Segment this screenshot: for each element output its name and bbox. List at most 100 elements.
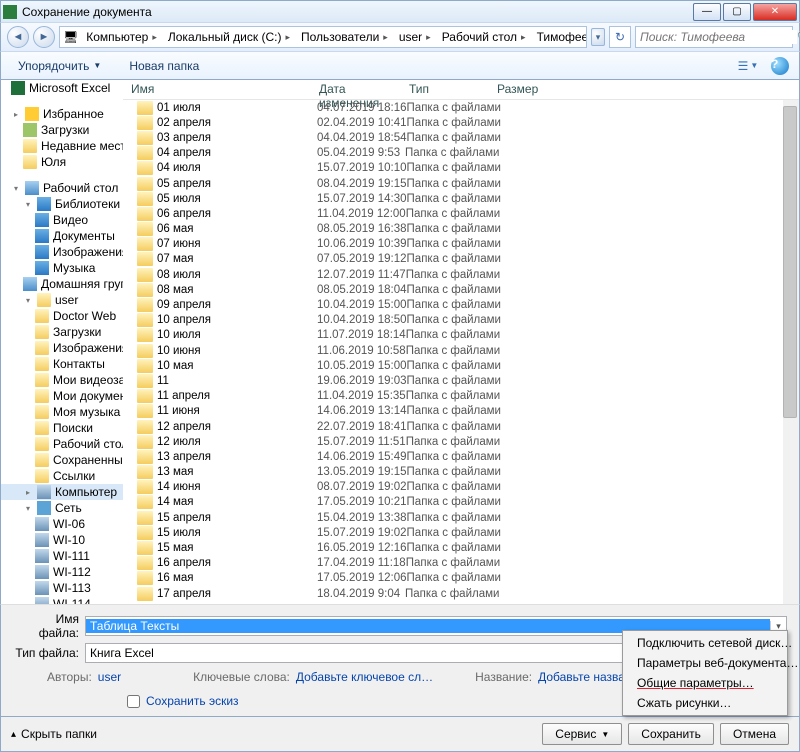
tree-documents[interactable]: Документы [1,228,123,244]
close-button[interactable]: ✕ [753,3,797,21]
table-row[interactable]: 08 июля12.07.2019 11:47Папка с файлами [123,267,799,282]
table-row[interactable]: 10 апреля10.04.2019 18:50Папка с файлами [123,313,799,328]
table-row[interactable]: 05 июля15.07.2019 14:30Папка с файлами [123,191,799,206]
table-row[interactable]: 06 апреля11.04.2019 12:00Папка с файлами [123,206,799,221]
organize-button[interactable]: Упорядочить▼ [9,56,110,76]
table-row[interactable]: 08 мая08.05.2019 18:04Папка с файлами [123,282,799,297]
tree-user[interactable]: ▾user [1,292,123,308]
table-row[interactable]: 01 июля04.07.2019 18:16Папка с файлами [123,100,799,115]
table-row[interactable]: 11 апреля11.04.2019 15:35Папка с файлами [123,389,799,404]
tree-item[interactable]: WI-112 [1,564,123,580]
table-row[interactable]: 14 мая17.05.2019 10:21Папка с файлами [123,495,799,510]
tree-item[interactable]: Сохраненные и [1,452,123,468]
tree-downloads[interactable]: Загрузки [1,122,123,138]
table-row[interactable]: 15 июля15.07.2019 19:02Папка с файлами [123,525,799,540]
list-scrollbar[interactable] [783,100,799,604]
tree-item[interactable]: WI-06 [1,516,123,532]
minimize-button[interactable]: — [693,3,721,21]
tree-item[interactable]: Ссылки [1,468,123,484]
tree-item[interactable]: Загрузки [1,324,123,340]
table-row[interactable]: 1119.06.2019 19:03Папка с файлами [123,373,799,388]
back-button[interactable]: ◄ [7,26,29,48]
tree-favorites[interactable]: ▸Избранное [1,106,123,122]
hide-folders[interactable]: ▴Скрыть папки [11,727,97,741]
keywords-value[interactable]: Добавьте ключевое сл… [296,670,433,684]
breadcrumb[interactable]: 🖥 Компьютер▸ Локальный диск (C:)▸ Пользо… [59,26,587,48]
cell-type: Папка с файлами [407,466,527,478]
history-dropdown[interactable]: ▾ [591,28,605,46]
table-row[interactable]: 14 июня08.07.2019 19:02Папка с файлами [123,480,799,495]
refresh-button[interactable]: ↻ [609,26,631,48]
tree-item[interactable]: Моя музыка [1,404,123,420]
tree-item[interactable]: Мои видеозапи [1,372,123,388]
tree-item[interactable]: Мои документы [1,388,123,404]
table-row[interactable]: 13 мая13.05.2019 19:15Папка с файлами [123,465,799,480]
col-type[interactable]: Тип [401,80,489,99]
forward-button[interactable]: ► [33,26,55,48]
col-date[interactable]: Дата изменения [311,80,401,99]
tree-item[interactable]: WI-111 [1,548,123,564]
scroll-thumb[interactable] [783,106,797,418]
new-folder-button[interactable]: Новая папка [120,56,208,76]
tree-recent[interactable]: Недавние места [1,138,123,154]
tree-computer[interactable]: ▸Компьютер [1,484,123,500]
tools-button[interactable]: Сервис▼ [542,723,622,745]
table-row[interactable]: 11 июня14.06.2019 13:14Папка с файлами [123,404,799,419]
table-row[interactable]: 09 апреля10.04.2019 15:00Папка с файлами [123,297,799,312]
menu-compress[interactable]: Сжать рисунки… [625,693,785,713]
col-size[interactable]: Размер [489,80,799,99]
table-row[interactable]: 05 апреля08.04.2019 19:15Папка с файлами [123,176,799,191]
table-row[interactable]: 10 мая10.05.2019 15:00Папка с файлами [123,358,799,373]
table-row[interactable]: 07 июня10.06.2019 10:39Папка с файлами [123,237,799,252]
table-row[interactable]: 12 июля15.07.2019 11:51Папка с файлами [123,434,799,449]
tree-item[interactable]: Рабочий стол [1,436,123,452]
menu-map-drive[interactable]: Подключить сетевой диск… [625,633,785,653]
help-button[interactable]: ? [769,55,791,77]
tree-item[interactable]: WI-113 [1,580,123,596]
tree-pictures[interactable]: Изображения [1,244,123,260]
tree-item[interactable]: Поиски [1,420,123,436]
table-row[interactable]: 06 мая08.05.2019 16:38Папка с файлами [123,222,799,237]
col-name[interactable]: Имя [123,80,311,99]
table-row[interactable]: 15 мая16.05.2019 12:16Папка с файлами [123,540,799,555]
tree-excel[interactable]: Microsoft Excel [1,80,123,96]
tree-item[interactable]: WI-10 [1,532,123,548]
table-row[interactable]: 02 апреля02.04.2019 10:41Папка с файлами [123,115,799,130]
tree-item[interactable]: Doctor Web [1,308,123,324]
folder-icon [137,571,153,585]
tree-item[interactable]: Контакты [1,356,123,372]
table-row[interactable]: 10 июля11.07.2019 18:14Папка с файлами [123,328,799,343]
tree-libraries[interactable]: ▾Библиотеки [1,196,123,212]
folder-icon [137,146,153,160]
menu-general-options[interactable]: Общие параметры… [625,673,785,693]
tree-music[interactable]: Музыка [1,260,123,276]
save-button[interactable]: Сохранить [628,723,714,745]
tree-desktop[interactable]: ▾Рабочий стол [1,180,123,196]
tree-item[interactable]: WI-114 [1,596,123,604]
thumb-label[interactable]: Сохранить эскиз [146,694,239,708]
search-input[interactable] [640,30,797,44]
search-box[interactable]: 🔍 [635,26,793,48]
table-row[interactable]: 07 мая07.05.2019 19:12Папка с файлами [123,252,799,267]
table-row[interactable]: 12 апреля22.07.2019 18:41Папка с файлами [123,419,799,434]
authors-value[interactable]: user [98,670,121,684]
table-row[interactable]: 17 апреля18.04.2019 9:04Папка с файлами [123,586,799,601]
table-row[interactable]: 13 апреля14.06.2019 15:49Папка с файлами [123,449,799,464]
table-row[interactable]: 03 апреля04.04.2019 18:54Папка с файлами [123,130,799,145]
tree-item[interactable]: Изображения [1,340,123,356]
tree-videos[interactable]: Видео [1,212,123,228]
table-row[interactable]: 16 апреля17.04.2019 11:18Папка с файлами [123,556,799,571]
cancel-button[interactable]: Отмена [720,723,789,745]
view-button[interactable]: ☰▼ [737,55,759,77]
table-row[interactable]: 04 апреля05.04.2019 9:53Папка с файлами [123,146,799,161]
table-row[interactable]: 04 июля15.07.2019 10:10Папка с файлами [123,161,799,176]
thumb-checkbox[interactable] [127,695,140,708]
tree-network[interactable]: ▾Сеть [1,500,123,516]
table-row[interactable]: 15 апреля15.04.2019 13:38Папка с файлами [123,510,799,525]
menu-web-options[interactable]: Параметры веб-документа… [625,653,785,673]
maximize-button[interactable]: ▢ [723,3,751,21]
table-row[interactable]: 10 июня11.06.2019 10:58Папка с файлами [123,343,799,358]
tree-yulia[interactable]: Юля [1,154,123,170]
tree-homegroup[interactable]: Домашняя групп [1,276,123,292]
table-row[interactable]: 16 мая17.05.2019 12:06Папка с файлами [123,571,799,586]
